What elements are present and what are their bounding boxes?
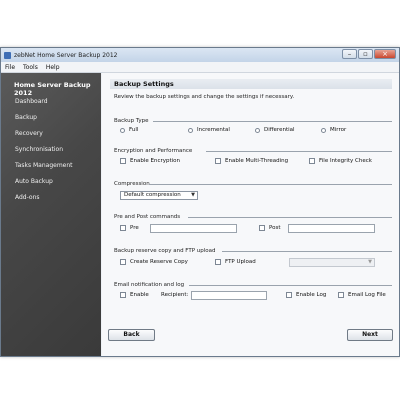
radio-incremental-label: Incremental [197, 127, 230, 133]
pre-checkbox[interactable]: Pre [120, 225, 139, 231]
sidebar-item-add-ons[interactable]: Add-ons [15, 194, 40, 201]
menu-bar: File Tools Help [1, 62, 399, 73]
email-log-file-checkbox[interactable]: Email Log File [338, 292, 386, 298]
page-title: Backup Settings [114, 80, 174, 88]
compression-label: Compression [114, 181, 150, 187]
app-icon [4, 51, 11, 59]
post-checkbox[interactable]: Post [259, 225, 281, 231]
recipient-input[interactable] [191, 291, 267, 300]
email-label: Email notification and log [114, 282, 185, 288]
sidebar-item-dashboard[interactable]: Dashboard [15, 98, 48, 105]
sidebar-item-tasks-management[interactable]: Tasks Management [15, 162, 73, 169]
create-reserve-copy-label: Create Reserve Copy [130, 259, 188, 265]
app-window: zebNet Home Server Backup 2012 – ▫ × Fil… [0, 47, 400, 357]
sidebar-item-recovery[interactable]: Recovery [15, 130, 43, 137]
menu-tools[interactable]: Tools [19, 64, 42, 71]
reserve-label: Backup reserve copy and FTP upload [114, 248, 216, 254]
radio-icon [255, 127, 260, 133]
checkbox-icon [120, 158, 126, 164]
menu-help[interactable]: Help [42, 64, 64, 71]
checkbox-icon [309, 158, 315, 164]
compression-value: Default compression [124, 192, 181, 198]
chevron-down-icon: ▼ [368, 259, 372, 265]
radio-differential[interactable]: Differential [255, 127, 295, 133]
close-icon[interactable]: × [374, 49, 396, 59]
pre-command-input[interactable] [150, 224, 237, 233]
ftp-profile-select[interactable]: ▼ [289, 258, 375, 267]
enable-encryption-checkbox[interactable]: Enable Encryption [120, 158, 180, 164]
radio-full[interactable]: Full [120, 127, 138, 133]
enable-log-checkbox[interactable]: Enable Log [286, 292, 326, 298]
checkbox-icon [286, 292, 292, 298]
encryption-label: Encryption and Performance [114, 148, 193, 154]
recipient-label: Recipient: [161, 292, 188, 298]
window-title: zebNet Home Server Backup 2012 [14, 51, 118, 59]
chevron-down-icon: ▼ [191, 192, 195, 198]
radio-full-label: Full [129, 127, 139, 133]
ftp-upload-checkbox[interactable]: FTP Upload [215, 259, 256, 265]
prepost-label: Pre and Post commands [114, 214, 181, 220]
enable-encryption-label: Enable Encryption [130, 158, 181, 164]
checkbox-icon [120, 259, 126, 265]
ftp-upload-label: FTP Upload [225, 259, 256, 265]
recipient-text: Recipient: [161, 292, 189, 298]
multi-threading-label: Enable Multi-Threading [225, 158, 289, 164]
sidebar-item-backup[interactable]: Backup [15, 114, 37, 121]
menu-file[interactable]: File [1, 64, 19, 71]
email-log-file-label: Email Log File [348, 292, 386, 298]
sidebar: Home Server Backup 2012 Dashboard Backup… [1, 73, 101, 356]
radio-icon [188, 127, 193, 133]
multi-threading-checkbox[interactable]: Enable Multi-Threading [215, 158, 288, 164]
sidebar-title: Home Server Backup 2012 [14, 81, 91, 97]
content-panel: Backup Settings Review the backup settin… [102, 73, 399, 356]
divider [206, 151, 392, 152]
backup-type-label: Backup Type [114, 118, 149, 124]
back-button[interactable]: Back [108, 329, 155, 341]
page-description: Review the backup settings and change th… [114, 94, 295, 100]
radio-mirror[interactable]: Mirror [321, 127, 346, 133]
divider [153, 121, 392, 122]
post-command-input[interactable] [288, 224, 375, 233]
radio-incremental[interactable]: Incremental [188, 127, 230, 133]
sidebar-item-auto-backup[interactable]: Auto Backup [15, 178, 53, 185]
window-controls: – ▫ × [342, 49, 396, 59]
divider [222, 251, 392, 252]
restore-icon[interactable]: ▫ [358, 49, 373, 59]
checkbox-icon [120, 225, 126, 231]
checkbox-icon [215, 158, 221, 164]
file-integrity-label: File Integrity Check [319, 158, 372, 164]
checkbox-icon [338, 292, 344, 298]
radio-differential-label: Differential [264, 127, 295, 133]
minimize-icon[interactable]: – [342, 49, 357, 59]
checkbox-icon [120, 292, 126, 298]
radio-icon [321, 127, 326, 133]
section-header: Backup Settings [110, 79, 392, 89]
divider [149, 184, 392, 185]
compression-select[interactable]: Default compression ▼ [120, 191, 198, 200]
checkbox-icon [215, 259, 221, 265]
next-button[interactable]: Next [347, 329, 393, 341]
post-label: Post [269, 225, 281, 231]
create-reserve-copy-checkbox[interactable]: Create Reserve Copy [120, 259, 188, 265]
checkbox-icon [259, 225, 265, 231]
sidebar-item-synchronisation[interactable]: Synchronisation [15, 146, 63, 153]
email-enable-label: Enable [130, 292, 149, 298]
radio-icon [120, 127, 125, 133]
file-integrity-checkbox[interactable]: File Integrity Check [309, 158, 372, 164]
title-bar: zebNet Home Server Backup 2012 – ▫ × [1, 48, 399, 62]
pre-label: Pre [130, 225, 139, 231]
radio-mirror-label: Mirror [330, 127, 347, 133]
email-enable-checkbox[interactable]: Enable [120, 292, 149, 298]
enable-log-label: Enable Log [296, 292, 327, 298]
divider [189, 285, 392, 286]
divider [188, 217, 392, 218]
